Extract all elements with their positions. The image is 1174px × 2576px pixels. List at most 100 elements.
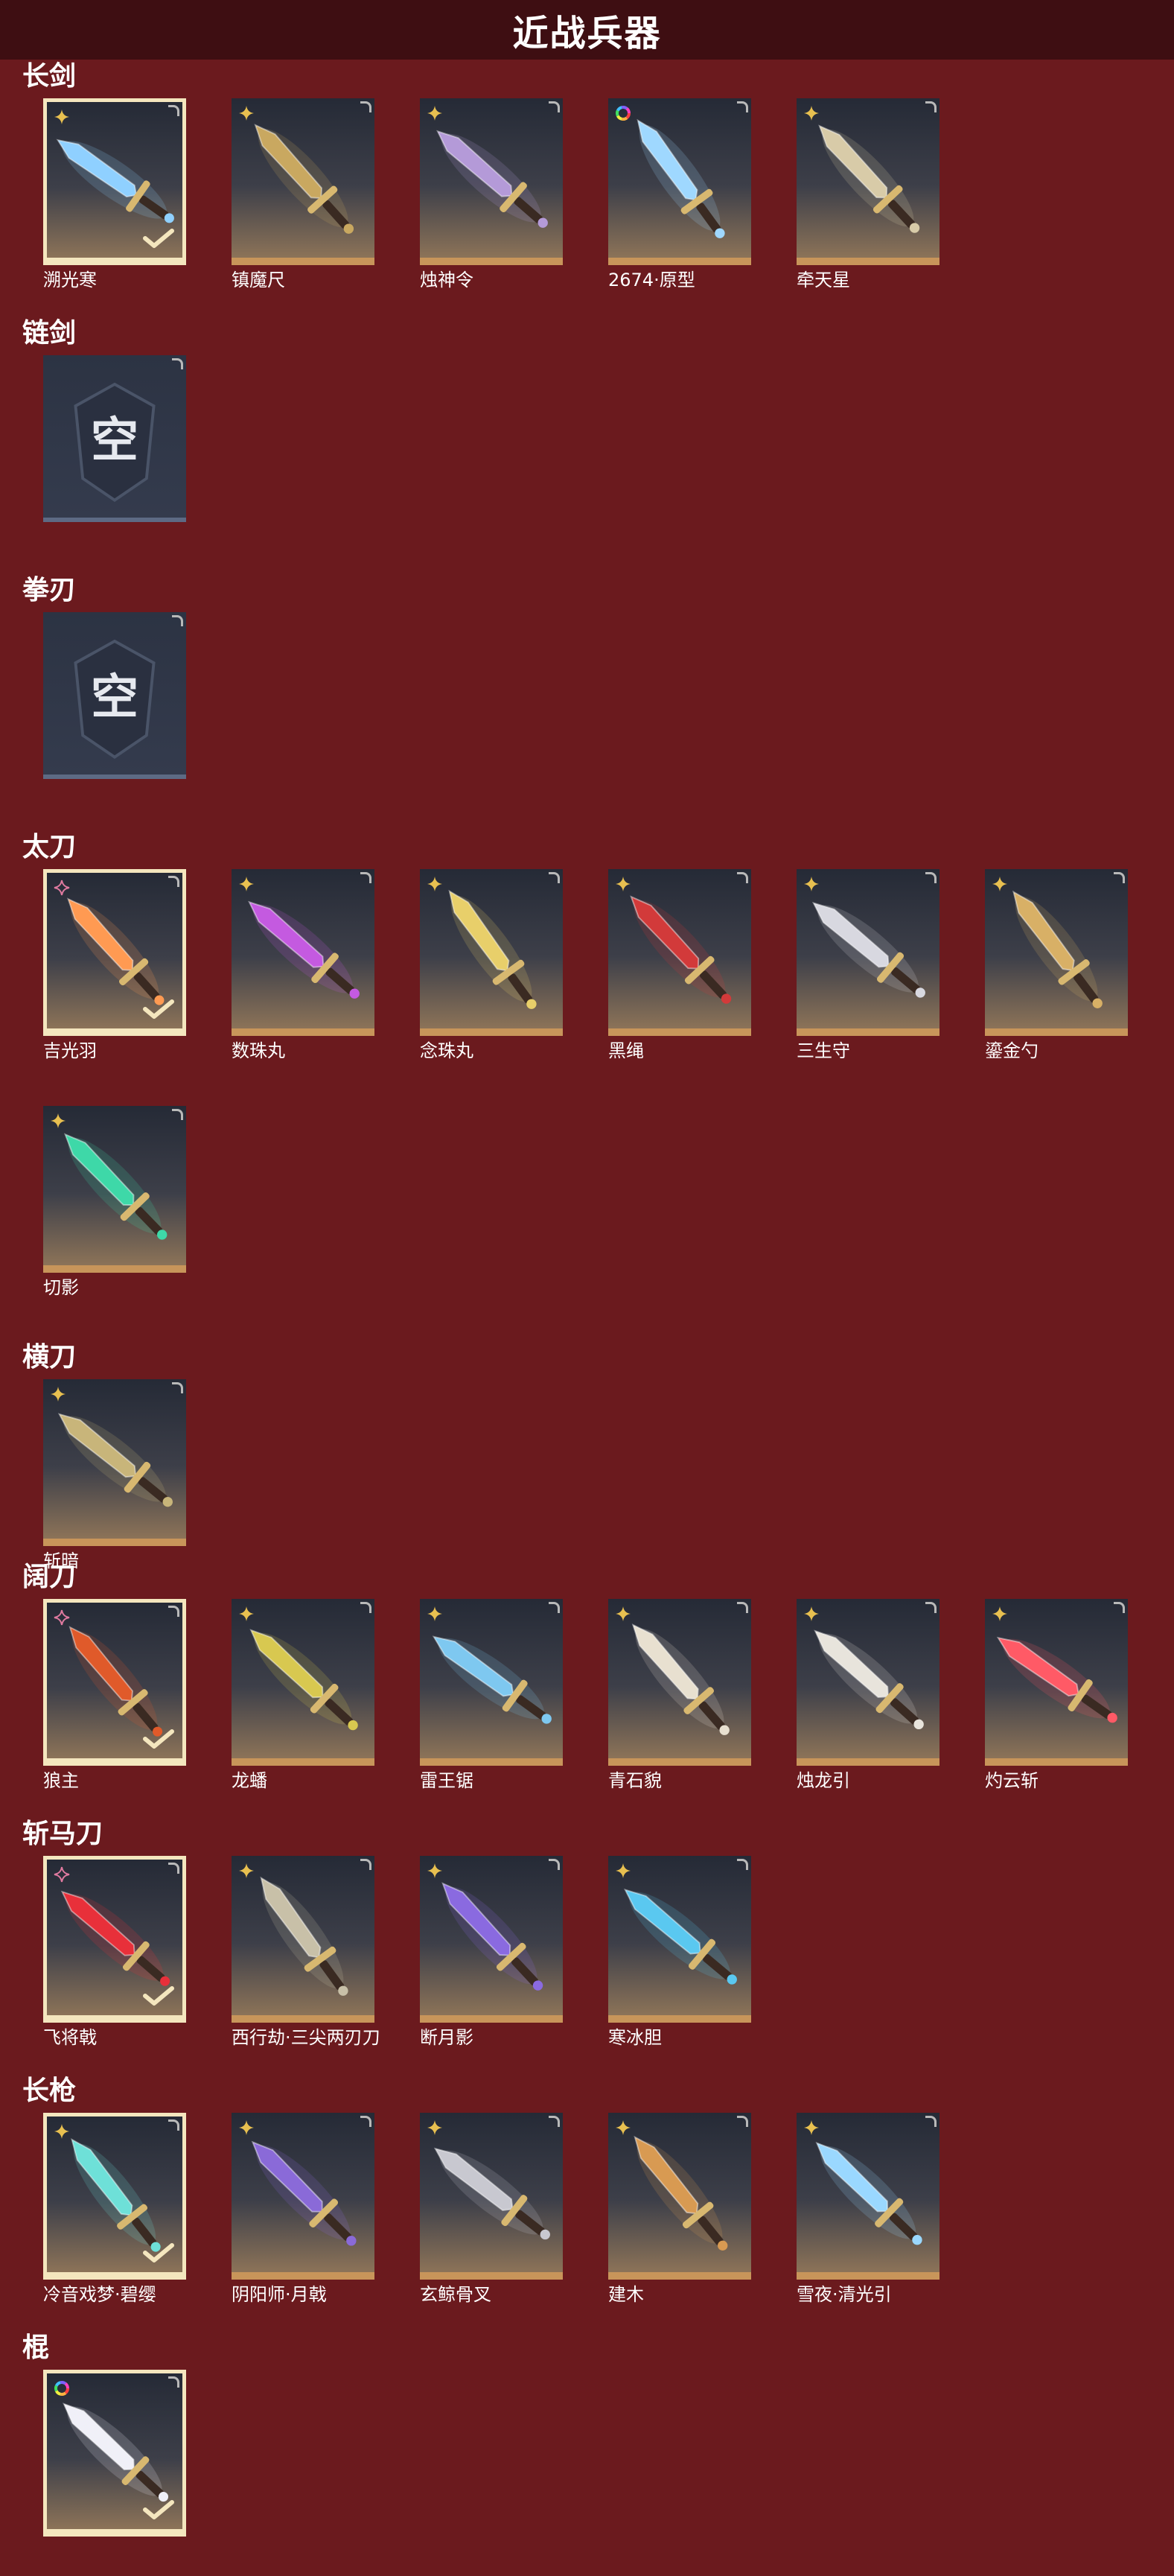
weapon-grid xyxy=(43,2370,1128,2541)
weapon-item[interactable]: 灼云斩 xyxy=(985,1599,1128,1791)
gold-star-rarity-icon xyxy=(616,2120,631,2135)
weapon-item[interactable]: 数珠丸 xyxy=(232,869,374,1061)
weapon-card[interactable] xyxy=(43,1856,186,2023)
gold-star-rarity-icon xyxy=(239,106,254,121)
gold-star-rarity-icon xyxy=(239,877,254,891)
weapon-name: 灼云斩 xyxy=(985,1770,1039,1791)
gold-star-rarity-icon xyxy=(804,1606,819,1621)
weapon-card[interactable] xyxy=(797,2113,939,2280)
weapon-card[interactable] xyxy=(797,869,939,1036)
corner-ornament-icon xyxy=(360,101,371,112)
weapon-card[interactable] xyxy=(420,98,563,265)
weapon-card[interactable] xyxy=(43,1106,186,1273)
weapon-card[interactable] xyxy=(608,98,751,265)
weapon-image-icon xyxy=(441,1882,543,1991)
empty-slot-card[interactable]: 空 xyxy=(43,355,186,522)
weapon-card[interactable] xyxy=(797,1599,939,1766)
weapon-name: 冷音戏梦·碧缨 xyxy=(43,2284,156,2305)
weapon-card[interactable] xyxy=(420,1856,563,2023)
weapon-item[interactable]: 斩暗 xyxy=(43,1379,186,1571)
weapon-item[interactable]: 烛龙引 xyxy=(797,1599,939,1791)
weapon-item[interactable]: 黑绳 xyxy=(608,869,751,1061)
weapon-card[interactable] xyxy=(420,2113,563,2280)
weapon-card[interactable] xyxy=(420,1599,563,1766)
weapon-item[interactable]: 雷王锯 xyxy=(420,1599,563,1791)
gold-star-rarity-icon xyxy=(616,877,631,891)
weapon-item[interactable]: 寒冰胆 xyxy=(608,1856,751,2048)
weapon-item[interactable]: 阴阳师·月戟 xyxy=(232,2113,374,2305)
weapon-item[interactable]: 烛神令 xyxy=(420,98,563,290)
weapon-item[interactable]: 2674·原型 xyxy=(608,98,751,290)
weapon-item[interactable]: 空 xyxy=(43,355,186,522)
weapon-item[interactable]: 冷音戏梦·碧缨 xyxy=(43,2113,186,2305)
weapon-item[interactable]: 牵天星 xyxy=(797,98,939,290)
weapon-item[interactable]: 空 xyxy=(43,612,186,779)
weapon-item[interactable]: 断月影 xyxy=(420,1856,563,2048)
category-label: 横刀 xyxy=(22,1342,77,1373)
empty-slot-card[interactable]: 空 xyxy=(43,612,186,779)
weapon-item[interactable]: 念珠丸 xyxy=(420,869,563,1061)
weapon-card[interactable] xyxy=(608,869,751,1036)
weapon-card[interactable] xyxy=(43,98,186,265)
weapon-item[interactable]: 建木 xyxy=(608,2113,751,2305)
corner-ornament-icon xyxy=(172,358,183,369)
gold-star-rarity-icon xyxy=(239,1606,254,1621)
weapon-item[interactable]: 雪夜·清光引 xyxy=(797,2113,939,2305)
weapon-item[interactable]: 玄鲸骨叉 xyxy=(420,2113,563,2305)
weapon-name: 狼主 xyxy=(43,1770,79,1791)
weapon-card[interactable] xyxy=(232,869,374,1036)
gold-star-rarity-icon xyxy=(427,1863,442,1878)
weapon-item[interactable]: 三生守 xyxy=(797,869,939,1061)
weapon-item[interactable]: 西行劫·三尖两刃刀 xyxy=(232,1856,380,2048)
weapon-item[interactable]: 溯光寒 xyxy=(43,98,186,290)
weapon-grid: 空 xyxy=(43,355,1128,522)
weapon-card[interactable] xyxy=(232,98,374,265)
weapon-card[interactable] xyxy=(43,869,186,1036)
weapon-card[interactable] xyxy=(43,1599,186,1766)
weapon-name: 建木 xyxy=(608,2284,644,2305)
corner-ornament-icon xyxy=(925,1602,937,1613)
weapon-item[interactable]: 飞将戟 xyxy=(43,1856,186,2048)
weapon-card[interactable] xyxy=(608,1856,751,2023)
corner-ornament-icon xyxy=(168,1606,179,1617)
weapon-card[interactable] xyxy=(232,1599,374,1766)
weapon-image-icon xyxy=(254,124,354,234)
weapon-card[interactable] xyxy=(43,1379,186,1546)
weapon-item[interactable]: 鎏金勺 xyxy=(985,869,1128,1061)
weapon-card[interactable] xyxy=(985,1599,1128,1766)
page-title-bar: 近战兵器 xyxy=(0,0,1174,60)
weapon-image-icon xyxy=(436,130,548,228)
weapon-card[interactable] xyxy=(608,2113,751,2280)
weapon-item[interactable]: 龙蟠 xyxy=(232,1599,374,1791)
weapon-card[interactable] xyxy=(232,1856,374,2023)
corner-ornament-icon xyxy=(172,1382,183,1393)
equipped-check-icon xyxy=(143,1986,174,2006)
weapon-name: 镇魔尺 xyxy=(232,270,285,290)
weapon-item[interactable]: 镇魔尺 xyxy=(232,98,374,290)
weapon-grid: 狼主 龙蟠 雷王锯 青石貌 烛龙引 灼云斩 xyxy=(43,1599,1128,1791)
weapon-card[interactable] xyxy=(43,2370,186,2537)
weapon-item[interactable]: 切影 xyxy=(43,1106,186,1298)
weapon-item[interactable] xyxy=(43,2370,186,2541)
corner-ornament-icon xyxy=(172,1109,183,1120)
weapon-card[interactable] xyxy=(420,869,563,1036)
weapon-image-icon xyxy=(57,1413,173,1507)
corner-ornament-icon xyxy=(925,101,937,112)
gold-star-rarity-icon xyxy=(427,106,442,121)
weapon-card[interactable] xyxy=(797,98,939,265)
weapon-card[interactable] xyxy=(608,1599,751,1766)
weapon-item[interactable]: 吉光羽 xyxy=(43,869,186,1061)
weapon-name: 烛龙引 xyxy=(797,1770,850,1791)
weapon-card[interactable] xyxy=(985,869,1128,1036)
weapon-item[interactable]: 狼主 xyxy=(43,1599,186,1791)
weapon-card[interactable] xyxy=(43,2113,186,2280)
weapon-name: 寒冰胆 xyxy=(608,2027,662,2048)
page-title: 近战兵器 xyxy=(512,13,662,54)
weapon-card[interactable] xyxy=(232,2113,374,2280)
corner-ornament-icon xyxy=(168,1863,179,1874)
category-label: 太刀 xyxy=(22,832,77,862)
weapon-item[interactable]: 青石貌 xyxy=(608,1599,751,1791)
weapon-image-icon xyxy=(815,2141,922,2245)
weapon-name: 雷王锯 xyxy=(420,1770,473,1791)
weapon-image-icon xyxy=(448,889,537,1009)
